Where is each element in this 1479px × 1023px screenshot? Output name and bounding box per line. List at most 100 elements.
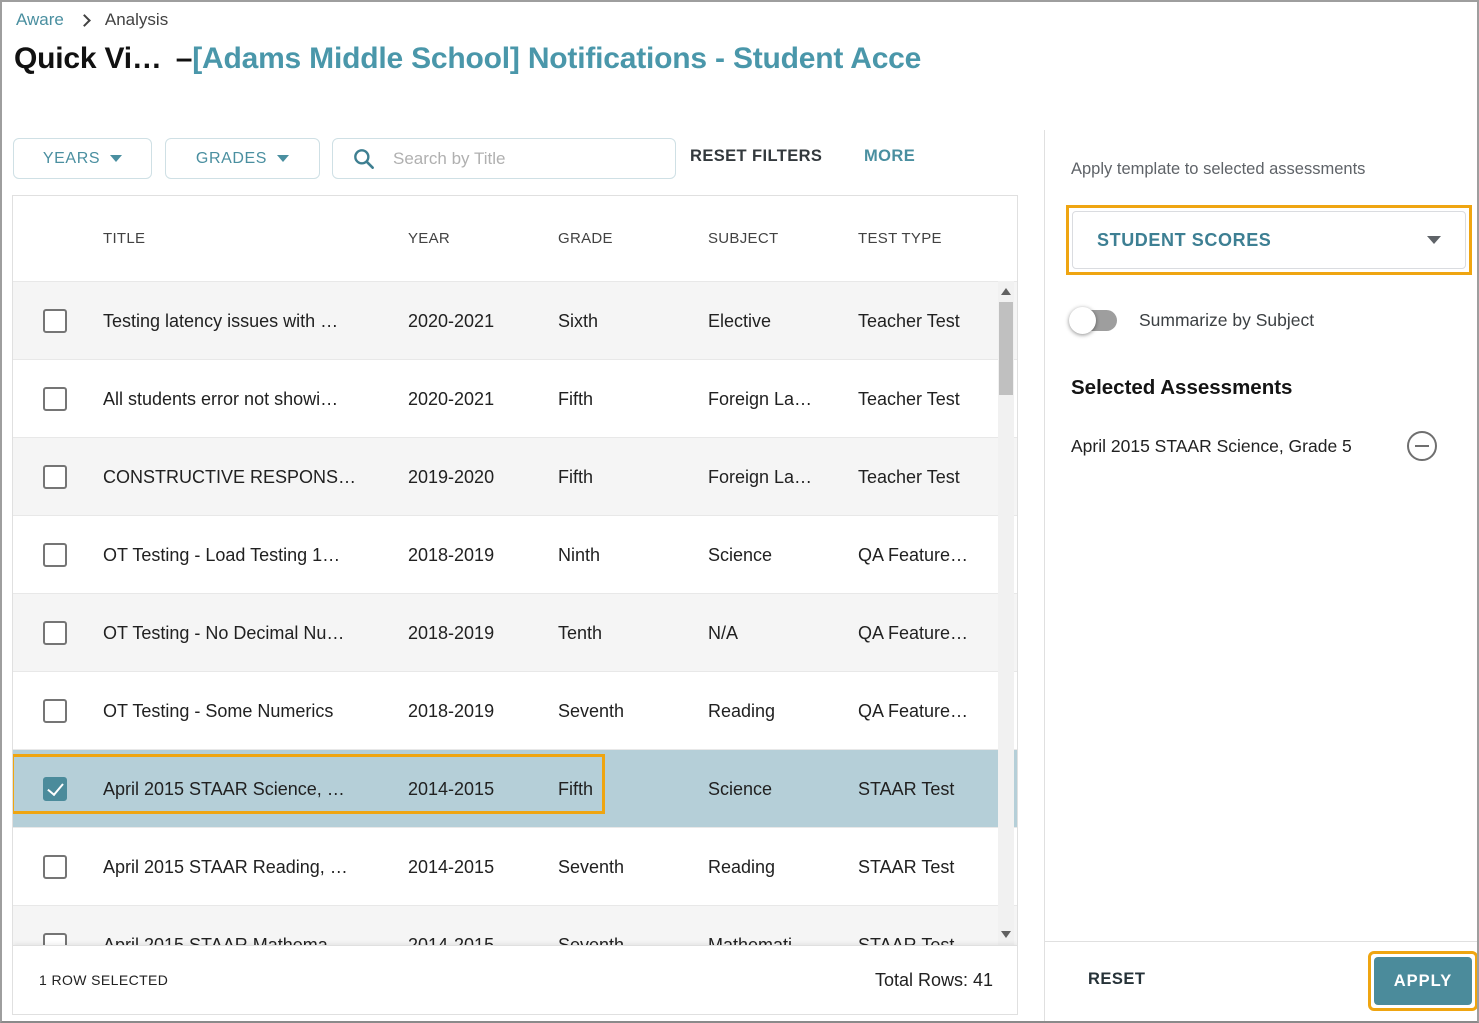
breadcrumb-current: Analysis xyxy=(105,10,168,30)
cell-year: 2020-2021 xyxy=(408,282,548,360)
row-checkbox[interactable] xyxy=(43,777,67,801)
cell-title: OT Testing - Some Numerics xyxy=(103,672,395,750)
row-checkbox[interactable] xyxy=(43,621,67,645)
annotation-highlight: STUDENT SCORES xyxy=(1066,205,1472,275)
cell-grade: Fifth xyxy=(558,360,698,438)
table-row[interactable]: All students error not showi… 2020-2021 … xyxy=(13,359,1017,437)
cell-year: 2018-2019 xyxy=(408,516,548,594)
total-rows-count: Total Rows: 41 xyxy=(875,970,993,991)
cell-title: CONSTRUCTIVE RESPONS… xyxy=(103,438,395,516)
cell-testtype: Teacher Test xyxy=(858,438,996,516)
cell-title: All students error not showi… xyxy=(103,360,395,438)
cell-grade: Tenth xyxy=(558,594,698,672)
cell-grade: Fifth xyxy=(558,438,698,516)
side-panel-header: Apply template to selected assessments xyxy=(1071,160,1365,179)
row-checkbox[interactable] xyxy=(43,855,67,879)
cell-year: 2014-2015 xyxy=(408,750,548,828)
cell-testtype: QA Feature… xyxy=(858,594,996,672)
template-side-panel: Apply template to selected assessments S… xyxy=(1044,130,1479,1021)
cell-subject: Foreign La… xyxy=(708,438,850,516)
cell-subject: Science xyxy=(708,750,850,828)
apply-button[interactable]: APPLY xyxy=(1374,957,1472,1005)
cell-year: 2018-2019 xyxy=(408,672,548,750)
cell-title: April 2015 STAAR Science, … xyxy=(103,750,395,828)
row-checkbox[interactable] xyxy=(43,387,67,411)
search-field xyxy=(332,138,676,179)
row-checkbox[interactable] xyxy=(43,309,67,333)
scroll-up-icon[interactable] xyxy=(1001,288,1011,295)
grades-filter-button[interactable]: GRADES xyxy=(165,138,320,179)
cell-year: 2020-2021 xyxy=(408,360,548,438)
table-row[interactable]: OT Testing - Some Numerics 2018-2019 Sev… xyxy=(13,671,1017,749)
chevron-down-icon xyxy=(110,155,122,162)
cell-subject: N/A xyxy=(708,594,850,672)
search-input[interactable] xyxy=(393,149,633,169)
cell-grade: Sixth xyxy=(558,282,698,360)
chevron-down-icon xyxy=(277,155,289,162)
cell-year: 2014-2015 xyxy=(408,828,548,906)
cell-grade: Fifth xyxy=(558,750,698,828)
breadcrumb-root-link[interactable]: Aware xyxy=(16,10,64,30)
table-header-row: TITLE YEAR GRADE SUBJECT TEST TYPE xyxy=(13,196,1017,281)
cell-testtype: QA Feature… xyxy=(858,672,996,750)
scrollbar-thumb[interactable] xyxy=(999,302,1013,395)
summarize-by-subject-toggle[interactable] xyxy=(1071,310,1117,331)
cell-grade: Ninth xyxy=(558,516,698,594)
cell-year: 2019-2020 xyxy=(408,438,548,516)
more-button[interactable]: MORE xyxy=(864,147,915,166)
table-row[interactable]: April 2015 STAAR Science, … 2014-2015 Fi… xyxy=(13,749,1017,827)
template-select[interactable]: STUDENT SCORES xyxy=(1072,211,1466,269)
table-row[interactable]: Testing latency issues with … 2020-2021 … xyxy=(13,281,1017,359)
table-row[interactable]: OT Testing - Load Testing 1… 2018-2019 N… xyxy=(13,515,1017,593)
cell-title: OT Testing - No Decimal Nu… xyxy=(103,594,395,672)
column-header-grade: GRADE xyxy=(558,196,698,281)
table-row[interactable]: CONSTRUCTIVE RESPONS… 2019-2020 Fifth Fo… xyxy=(13,437,1017,515)
cell-title: April 2015 STAAR Reading, … xyxy=(103,828,395,906)
page-title: Quick Vi…–[Adams Middle School] Notifica… xyxy=(14,42,996,76)
reset-filters-button[interactable]: RESET FILTERS xyxy=(690,147,822,166)
search-icon xyxy=(351,146,377,172)
cell-subject: Foreign La… xyxy=(708,360,850,438)
side-panel-footer: RESET APPLY xyxy=(1045,941,1479,1021)
table-row[interactable]: OT Testing - No Decimal Nu… 2018-2019 Te… xyxy=(13,593,1017,671)
selected-assessment-label: April 2015 STAAR Science, Grade 5 xyxy=(1071,436,1352,457)
remove-assessment-icon[interactable] xyxy=(1407,431,1437,461)
column-header-testtype: TEST TYPE xyxy=(858,196,996,281)
cell-testtype: QA Feature… xyxy=(858,516,996,594)
cell-subject: Science xyxy=(708,516,850,594)
cell-subject: Reading xyxy=(708,828,850,906)
cell-subject: Elective xyxy=(708,282,850,360)
cell-grade: Seventh xyxy=(558,828,698,906)
row-checkbox[interactable] xyxy=(43,543,67,567)
column-header-title: TITLE xyxy=(103,196,395,281)
years-filter-button[interactable]: YEARS xyxy=(13,138,152,179)
page-title-prefix: Quick Vi… xyxy=(14,42,162,75)
summarize-toggle-label: Summarize by Subject xyxy=(1139,310,1314,331)
reset-button[interactable]: RESET xyxy=(1088,970,1146,989)
cell-testtype: Teacher Test xyxy=(858,282,996,360)
selected-assessments-heading: Selected Assessments xyxy=(1071,376,1292,400)
grades-filter-label: GRADES xyxy=(196,150,267,168)
column-header-year: YEAR xyxy=(408,196,548,281)
selected-assessment-item: April 2015 STAAR Science, Grade 5 xyxy=(1071,428,1455,464)
cell-testtype: Teacher Test xyxy=(858,360,996,438)
row-checkbox[interactable] xyxy=(43,465,67,489)
table-row[interactable]: April 2015 STAAR Reading, … 2014-2015 Se… xyxy=(13,827,1017,905)
page-title-assessment-name: [Adams Middle School] Notifications - St… xyxy=(192,42,921,75)
selection-status: 1 ROW SELECTED xyxy=(39,972,168,988)
table-body: Testing latency issues with … 2020-2021 … xyxy=(13,281,1017,983)
cell-subject: Reading xyxy=(708,672,850,750)
column-header-subject: SUBJECT xyxy=(708,196,850,281)
chevron-right-icon xyxy=(78,14,91,27)
row-checkbox[interactable] xyxy=(43,699,67,723)
page-title-separator: – xyxy=(176,42,193,75)
template-select-value: STUDENT SCORES xyxy=(1097,230,1271,251)
breadcrumb: Aware Analysis xyxy=(16,10,168,30)
cell-title: OT Testing - Load Testing 1… xyxy=(103,516,395,594)
assessments-table: TITLE YEAR GRADE SUBJECT TEST TYPE Testi… xyxy=(12,195,1018,1015)
table-footer: 1 ROW SELECTED Total Rows: 41 xyxy=(13,945,1017,1014)
years-filter-label: YEARS xyxy=(43,150,100,168)
cell-testtype: STAAR Test xyxy=(858,828,996,906)
scroll-down-icon[interactable] xyxy=(1001,931,1011,938)
table-scrollbar[interactable] xyxy=(998,281,1014,945)
